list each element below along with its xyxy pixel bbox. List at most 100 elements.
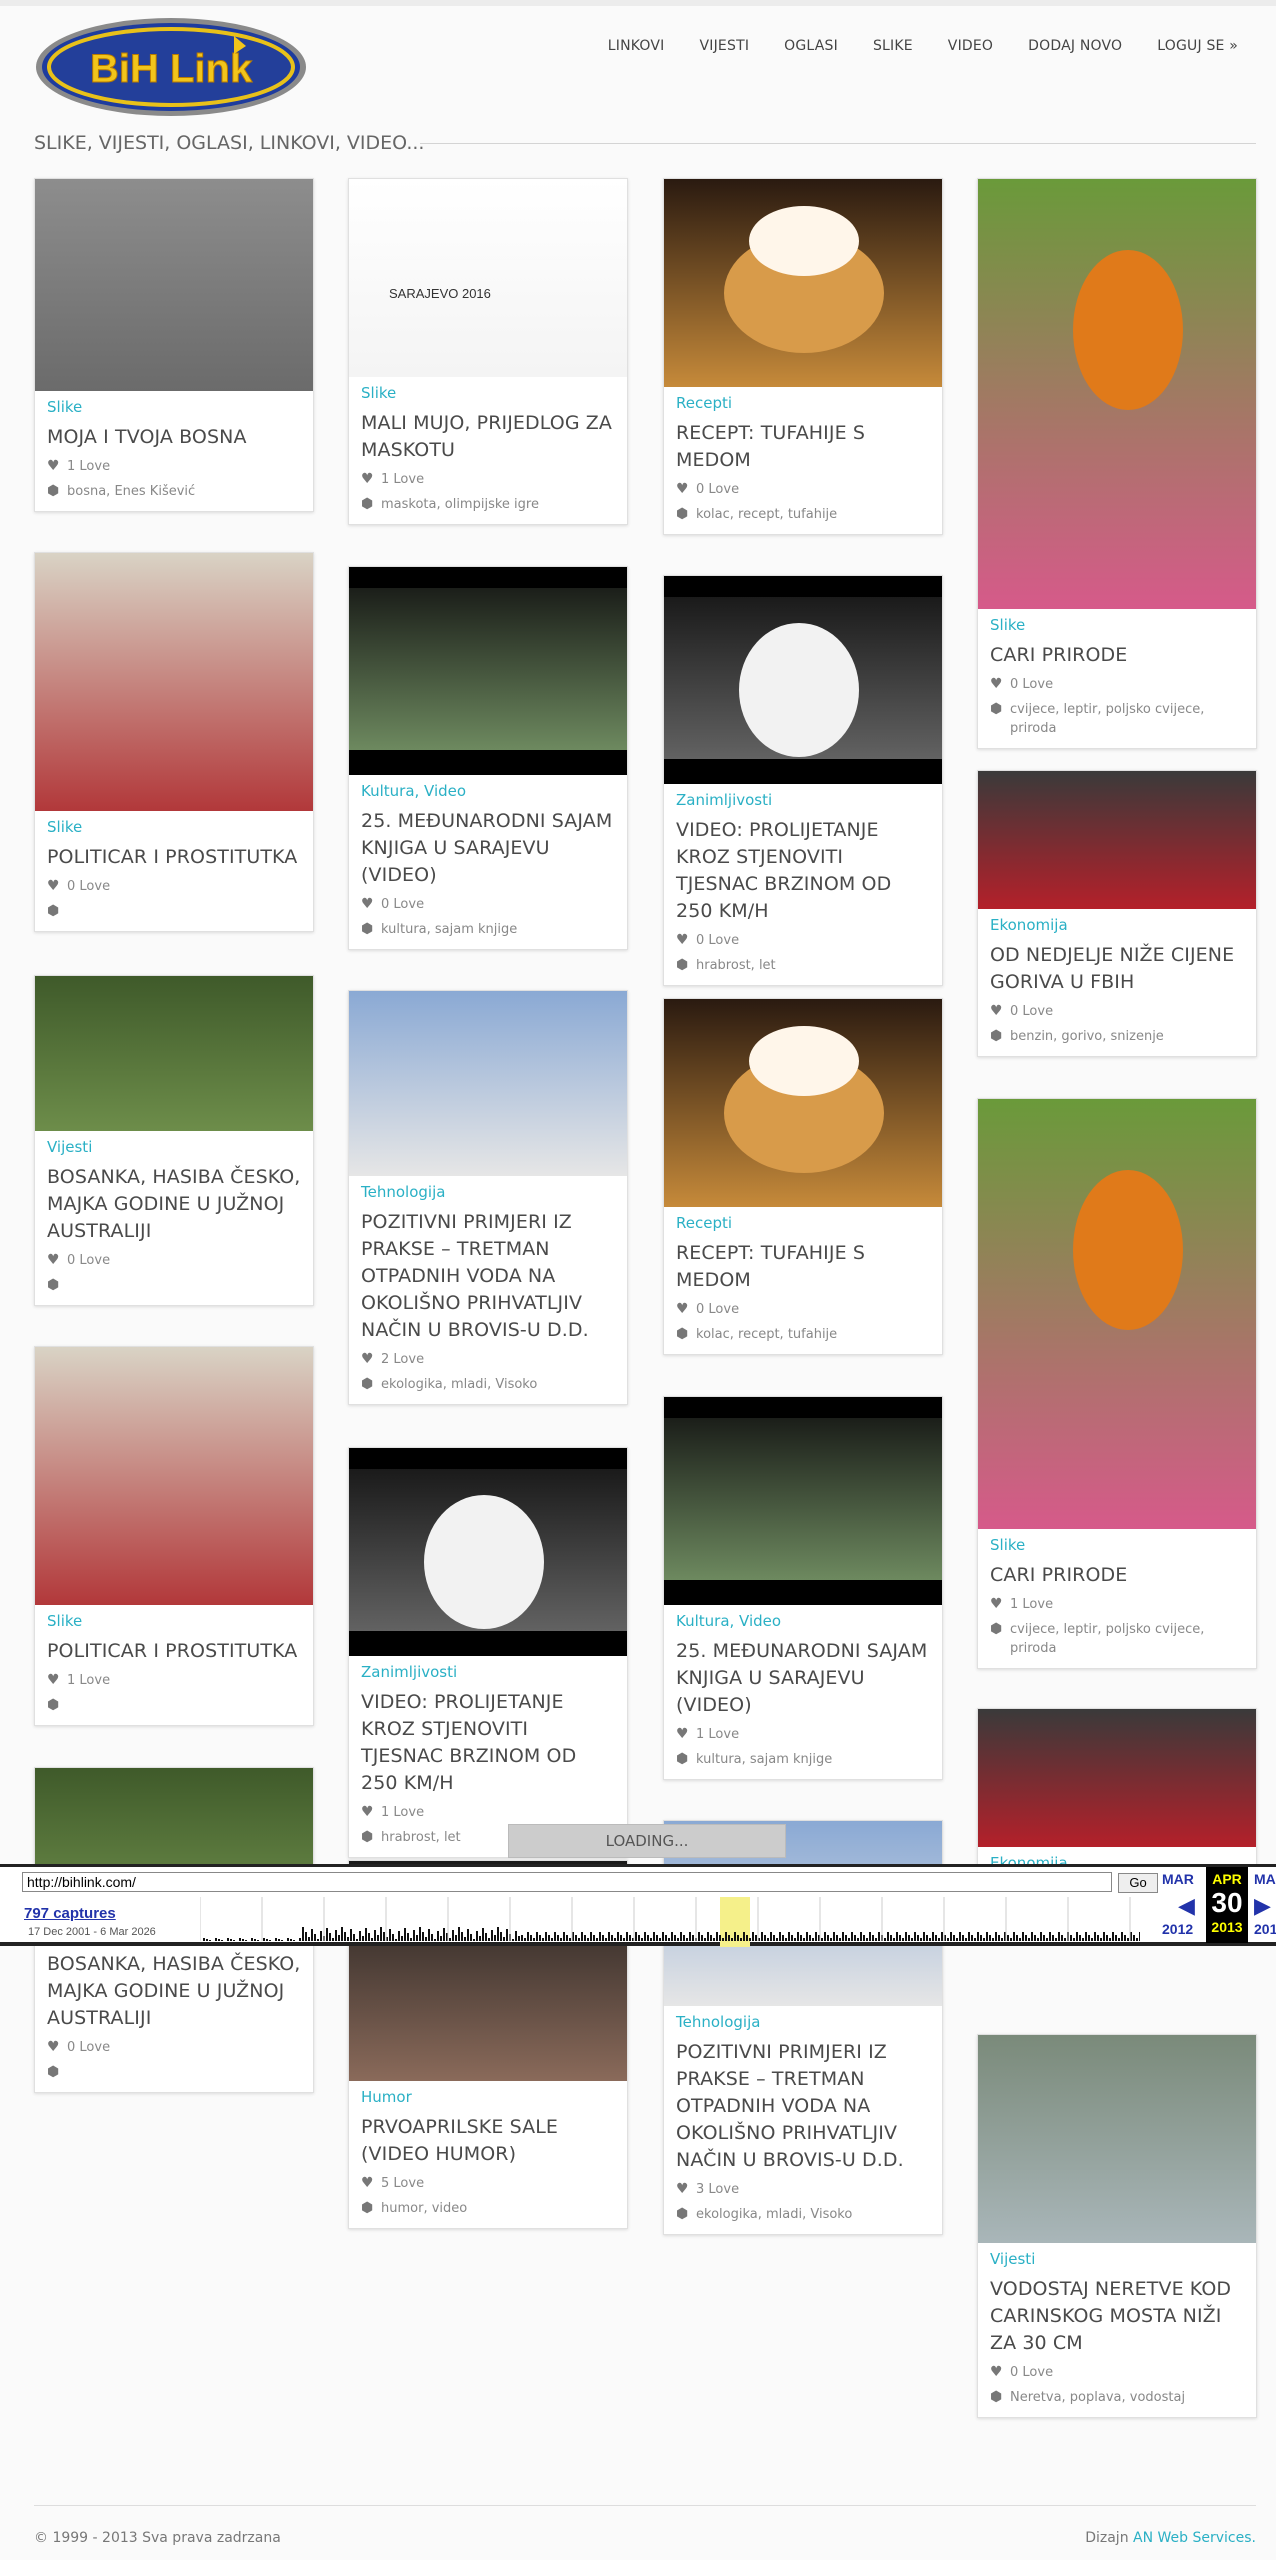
nav-dodaj-novo[interactable]: DODAJ NOVO xyxy=(1028,38,1122,54)
tufahije-dessert-photo[interactable] xyxy=(664,999,942,1207)
post-title[interactable]: VODOSTAJ NERETVE KOD CARINSKOG MOSTA NIŽ… xyxy=(990,2276,1244,2357)
group-photo[interactable] xyxy=(349,991,627,1176)
nav-loguj-se[interactable]: LOGUJ SE » xyxy=(1157,38,1238,54)
post-title[interactable]: BOSANKA, HASIBA ČESKO, MAJKA GODINE U JU… xyxy=(47,1164,301,1245)
post-category[interactable]: Recepti xyxy=(676,1214,930,1232)
post-card[interactable]: Vijesti BOSANKA, HASIBA ČESKO, MAJKA GODI… xyxy=(34,975,314,1306)
rock-canyon-video[interactable] xyxy=(664,576,942,784)
wayback-next-year[interactable]: 201 xyxy=(1254,1921,1276,1937)
nav-slike[interactable]: SLIKE xyxy=(873,38,913,54)
post-card[interactable]: Recepti RECEPT: TUFAHIJE S MEDOM ♥ 0 Love ⬢ k… xyxy=(663,998,943,1355)
post-card[interactable]: Zanimljivosti VIDEO: PROLIJETANJE KROZ ST… xyxy=(663,575,943,986)
post-title[interactable]: RECEPT: TUFAHIJE S MEDOM xyxy=(676,1240,930,1294)
post-category[interactable]: Slike xyxy=(47,818,301,836)
tag-list[interactable]: hrabrost, let xyxy=(696,956,776,975)
post-title[interactable]: CARI PRIRODE xyxy=(990,642,1244,669)
post-title[interactable]: POZITIVNI PRIMJERI IZ PRAKSE – TRETMAN O… xyxy=(361,1209,615,1344)
post-love[interactable]: ♥ 0 Love xyxy=(676,931,930,950)
post-card[interactable]: Slike MOJA I TVOJA BOSNA ♥ 1 Love ⬢ bosna, En… xyxy=(34,178,314,512)
post-love[interactable]: ♥ 0 Love xyxy=(990,675,1244,694)
post-love[interactable]: ♥ 0 Love xyxy=(676,1300,930,1319)
post-category[interactable]: Slike xyxy=(361,384,615,402)
wayback-url-input[interactable]: http://bihlink.com/ xyxy=(22,1872,1112,1892)
post-love[interactable]: ♥ 0 Love xyxy=(47,1251,301,1270)
post-category[interactable]: Vijesti xyxy=(47,1138,301,1156)
post-card[interactable]: Ekonomija OD NEDJELJE NIŽE CIJENE GORIVA … xyxy=(977,770,1257,1057)
post-love[interactable]: ♥ 1 Love xyxy=(47,1671,301,1690)
post-category[interactable]: Slike xyxy=(990,616,1244,634)
tag-list[interactable]: ekologika, mladi, Visoko xyxy=(381,1375,537,1394)
post-category[interactable]: Slike xyxy=(47,1612,301,1630)
tag-list[interactable]: cvijece, leptir, poljsko cvijece, prirod… xyxy=(1010,700,1244,738)
wayback-prev-month[interactable]: MAR xyxy=(1162,1871,1194,1887)
nav-linkovi[interactable]: LINKOVI xyxy=(608,38,665,54)
post-title[interactable]: POLITICAR I PROSTITUTKA xyxy=(47,1638,301,1665)
nav-video[interactable]: VIDEO xyxy=(948,38,993,54)
post-title[interactable]: MOJA I TVOJA BOSNA xyxy=(47,424,301,451)
mascot-drawing[interactable]: SARAJEVO 2016 xyxy=(349,179,627,377)
wayback-capture-histogram[interactable] xyxy=(200,1897,1140,1947)
post-card[interactable]: Slike POLITICAR I PROSTITUTKA ♥ 0 Love ⬢ xyxy=(34,552,314,932)
post-category[interactable]: Tehnologija xyxy=(676,2013,930,2031)
post-title[interactable]: POLITICAR I PROSTITUTKA xyxy=(47,844,301,871)
post-love[interactable]: ♥ 0 Love xyxy=(676,480,930,499)
cartoon-couple[interactable] xyxy=(35,553,313,811)
post-card[interactable]: Vijesti VODOSTAJ NERETVE KOD CARINSKOG MO… xyxy=(977,2034,1257,2418)
post-love[interactable]: ♥ 0 Love xyxy=(990,1002,1244,1021)
post-title[interactable]: POZITIVNI PRIMJERI IZ PRAKSE – TRETMAN O… xyxy=(676,2039,930,2174)
bih-link-logo[interactable]: BiH Link xyxy=(34,16,309,118)
post-category[interactable]: Recepti xyxy=(676,394,930,412)
post-love[interactable]: ♥ 1 Love xyxy=(361,470,615,489)
post-love[interactable]: ♥ 5 Love xyxy=(361,2174,615,2193)
butterfly-flowers-photo[interactable] xyxy=(978,1099,1256,1529)
tag-list[interactable]: kolac, recept, tufahije xyxy=(696,505,837,524)
post-card[interactable]: Slike POLITICAR I PROSTITUTKA ♥ 1 Love ⬢ xyxy=(34,1346,314,1726)
post-card[interactable]: Slike CARI PRIRODE ♥ 0 Love ⬢ cvijece, leptir… xyxy=(977,178,1257,749)
post-category[interactable]: Ekonomija xyxy=(990,916,1244,934)
post-title[interactable]: RECEPT: TUFAHIJE S MEDOM xyxy=(676,420,930,474)
post-category[interactable]: Humor xyxy=(361,2088,615,2106)
post-category[interactable]: Zanimljivosti xyxy=(676,791,930,809)
family-photo[interactable] xyxy=(35,976,313,1131)
post-category[interactable]: Vijesti xyxy=(990,2250,1244,2268)
tag-list[interactable]: maskota, olimpijske igre xyxy=(381,495,539,514)
wayback-next-month[interactable]: MA xyxy=(1254,1871,1276,1887)
tag-list[interactable]: cvijece, leptir, poljsko cvijece, prirod… xyxy=(1010,1620,1244,1658)
post-title[interactable]: VIDEO: PROLIJETANJE KROZ STJENOVITI TJES… xyxy=(676,817,930,925)
post-love[interactable]: ♥ 0 Love xyxy=(990,2363,1244,2382)
wayback-prev-arrow-icon[interactable]: ◀ xyxy=(1178,1893,1195,1919)
post-card[interactable]: Kultura, Video 25. MEĐUNARODNI SAJAM KNJI… xyxy=(348,566,628,950)
post-category[interactable]: Slike xyxy=(47,398,301,416)
post-category[interactable]: Kultura, Video xyxy=(361,782,615,800)
post-love[interactable]: ♥ 1 Love xyxy=(47,457,301,476)
post-card[interactable]: Recepti RECEPT: TUFAHIJE S MEDOM ♥ 0 Love ⬢ k… xyxy=(663,178,943,535)
post-love[interactable]: ♥ 1 Love xyxy=(361,1803,615,1822)
post-category[interactable]: Slike xyxy=(990,1536,1244,1554)
tag-list[interactable]: hrabrost, let xyxy=(381,1828,461,1847)
post-title[interactable]: BOSANKA, HASIBA ČESKO, MAJKA GODINE U JU… xyxy=(47,1951,301,2032)
tag-list[interactable]: bosna, Enes Kišević xyxy=(67,482,195,501)
post-love[interactable]: ♥ 0 Love xyxy=(361,895,615,914)
nav-oglasi[interactable]: OGLASI xyxy=(784,38,838,54)
post-title[interactable]: MALI MUJO, PRIJEDLOG ZA MASKOTU xyxy=(361,410,615,464)
post-card[interactable]: Tehnologija POZITIVNI PRIMJERI IZ PRAKSE … xyxy=(348,990,628,1405)
post-love[interactable]: ♥ 2 Love xyxy=(361,1350,615,1369)
post-title[interactable]: 25. MEĐUNARODNI SAJAM KNJIGA U SARAJEVU … xyxy=(676,1638,930,1719)
book-fair-video[interactable] xyxy=(664,1397,942,1605)
post-card[interactable]: Kultura, Video 25. MEĐUNARODNI SAJAM KNJI… xyxy=(663,1396,943,1780)
tag-list[interactable]: kolac, recept, tufahije xyxy=(696,1325,837,1344)
post-category[interactable]: Tehnologija xyxy=(361,1183,615,1201)
post-category[interactable]: Zanimljivosti xyxy=(361,1663,615,1681)
post-love[interactable]: ♥ 0 Love xyxy=(47,2038,301,2057)
nav-vijesti[interactable]: VIJESTI xyxy=(700,38,750,54)
flood-street-photo[interactable] xyxy=(978,2035,1256,2243)
post-card[interactable]: Slike CARI PRIRODE ♥ 1 Love ⬢ cvijece, leptir… xyxy=(977,1098,1257,1669)
tag-list[interactable]: kultura, sajam knjige xyxy=(696,1750,832,1769)
tag-list[interactable]: ekologika, mladi, Visoko xyxy=(696,2205,852,2224)
post-category[interactable]: Kultura, Video xyxy=(676,1612,930,1630)
wayback-go-button[interactable]: Go xyxy=(1118,1873,1158,1893)
tufahije-dessert-photo[interactable] xyxy=(664,179,942,387)
post-love[interactable]: ♥ 3 Love xyxy=(676,2180,930,2199)
tag-list[interactable]: Neretva, poplava, vodostaj xyxy=(1010,2388,1185,2407)
post-title[interactable]: CARI PRIRODE xyxy=(990,1562,1244,1589)
